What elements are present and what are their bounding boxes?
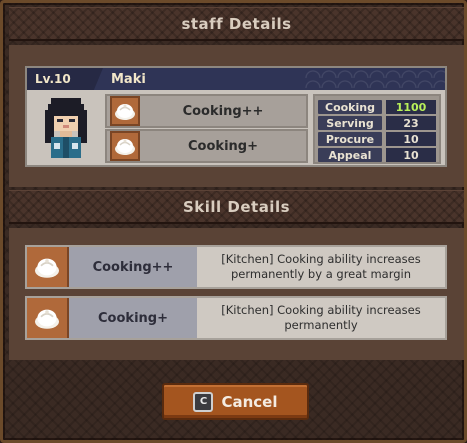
stat-value: 23	[386, 116, 436, 130]
staff-card: Lv.10 Maki Cooking++ Cooking+ Cooking 11…	[25, 66, 447, 167]
skill-detail-description: [Kitchen] Cooking ability increases perm…	[221, 252, 421, 281]
skill-detail-name: Cooking++	[69, 247, 197, 287]
stat-value: 1100	[386, 100, 436, 114]
wave-pattern	[305, 68, 445, 90]
stat-row-appeal: Appeal 10	[318, 147, 436, 163]
cancel-button[interactable]: C Cancel	[162, 383, 309, 420]
skill-detail-description: [Kitchen] Cooking ability increases perm…	[221, 303, 421, 332]
skill-detail-row-2[interactable]: Cooking+ [Kitchen] Cooking ability incre…	[25, 296, 447, 340]
staff-stats: Cooking 1100 Serving 23 Procure 10 Appea…	[313, 94, 441, 164]
stat-value: 10	[386, 132, 436, 146]
stat-name: Cooking	[318, 100, 382, 114]
staff-details-header: staff Details	[9, 7, 464, 41]
staff-skill-slot-2[interactable]: Cooking+	[105, 129, 308, 163]
staff-level: Lv.10	[27, 68, 103, 90]
staff-skill-slot-1[interactable]: Cooking++	[105, 94, 308, 128]
steamed-bun-icon	[27, 247, 69, 287]
staff-skill-label: Cooking+	[188, 138, 258, 154]
staff-name: Maki	[111, 71, 146, 87]
steamed-bun-icon	[110, 96, 140, 126]
staff-card-header: Lv.10 Maki	[27, 68, 445, 90]
cancel-label: Cancel	[221, 392, 278, 411]
stat-row-procure: Procure 10	[318, 131, 436, 147]
stat-name: Appeal	[318, 148, 382, 162]
stat-name: Procure	[318, 132, 382, 146]
skill-detail-row-1[interactable]: Cooking++ [Kitchen] Cooking ability incr…	[25, 245, 447, 289]
skill-details-title: Skill Details	[182, 197, 291, 216]
stat-row-cooking: Cooking 1100	[318, 99, 436, 115]
skill-details-header: Skill Details	[9, 190, 464, 224]
stat-value: 10	[386, 148, 436, 162]
skill-detail-name: Cooking+	[69, 298, 197, 338]
stat-name: Serving	[318, 116, 382, 130]
staff-portrait-avatar	[30, 92, 102, 164]
stat-row-serving: Serving 23	[318, 115, 436, 131]
staff-details-title: staff Details	[181, 14, 292, 33]
keyboard-c-key-icon: C	[193, 391, 214, 412]
staff-skill-label: Cooking++	[182, 103, 264, 119]
staff-details-window: staff Details Lv.10 Maki Cooking++ Cooki…	[0, 0, 467, 443]
steamed-bun-icon	[27, 298, 69, 338]
steamed-bun-icon	[110, 131, 140, 161]
